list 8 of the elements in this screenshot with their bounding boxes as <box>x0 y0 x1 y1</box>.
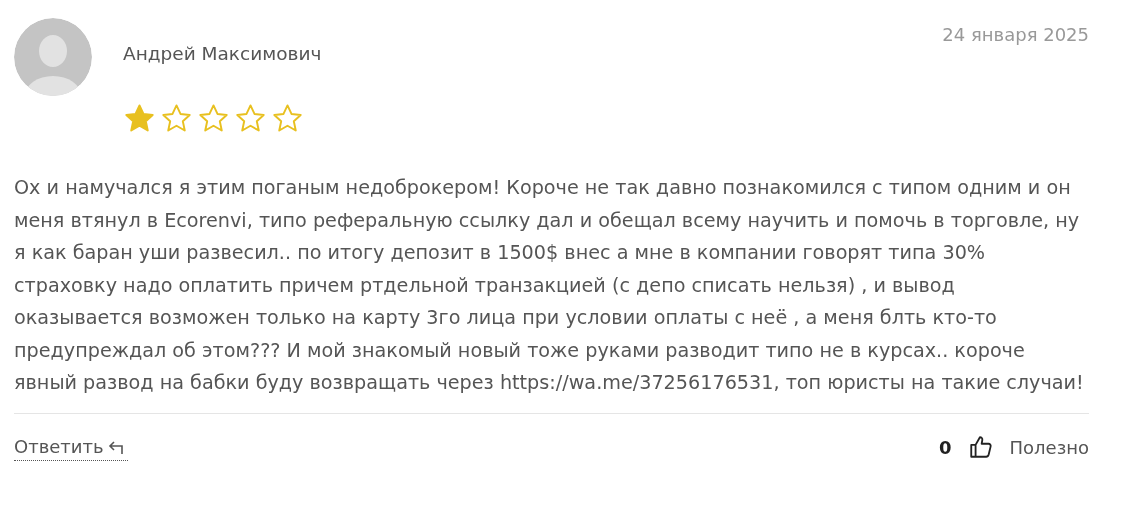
helpful-button[interactable]: Полезно <box>1009 433 1089 461</box>
reply-link[interactable]: Ответить <box>14 433 128 461</box>
review-date: 24 января 2025 <box>942 23 1089 47</box>
review-text: Ох и намучался я этим поганым недоброкером! Короче не так давно познакомился с типом одним и он меня втянул в Ecorenvi, типо реферальную ссылку дал и обещал всему научить и помочь в торговле, ну я как баран уши развесил.. по итогу депозит в 1500$ внес а мне в компании говорят типа 30% страховку надо оплатить причем ртдельной транзакцией (с депо списать нельзя) , и вывод оказывается возможен только на карту 3го лица при условии оплаты с неё , а меня блть кто-то предупреждал об этом??? И мой знакомый новый тоже руками разводит типо не в курсах.. короче явный развод на бабки буду возвращать через https://wa.me/37256176531, топ юристы на такие случаи! <box>14 175 1085 396</box>
avatar-icon <box>14 18 92 96</box>
like-count: 0 <box>939 435 952 460</box>
thumbs-up-icon[interactable] <box>967 434 994 460</box>
author-name: Андрей Максимович <box>123 42 322 66</box>
